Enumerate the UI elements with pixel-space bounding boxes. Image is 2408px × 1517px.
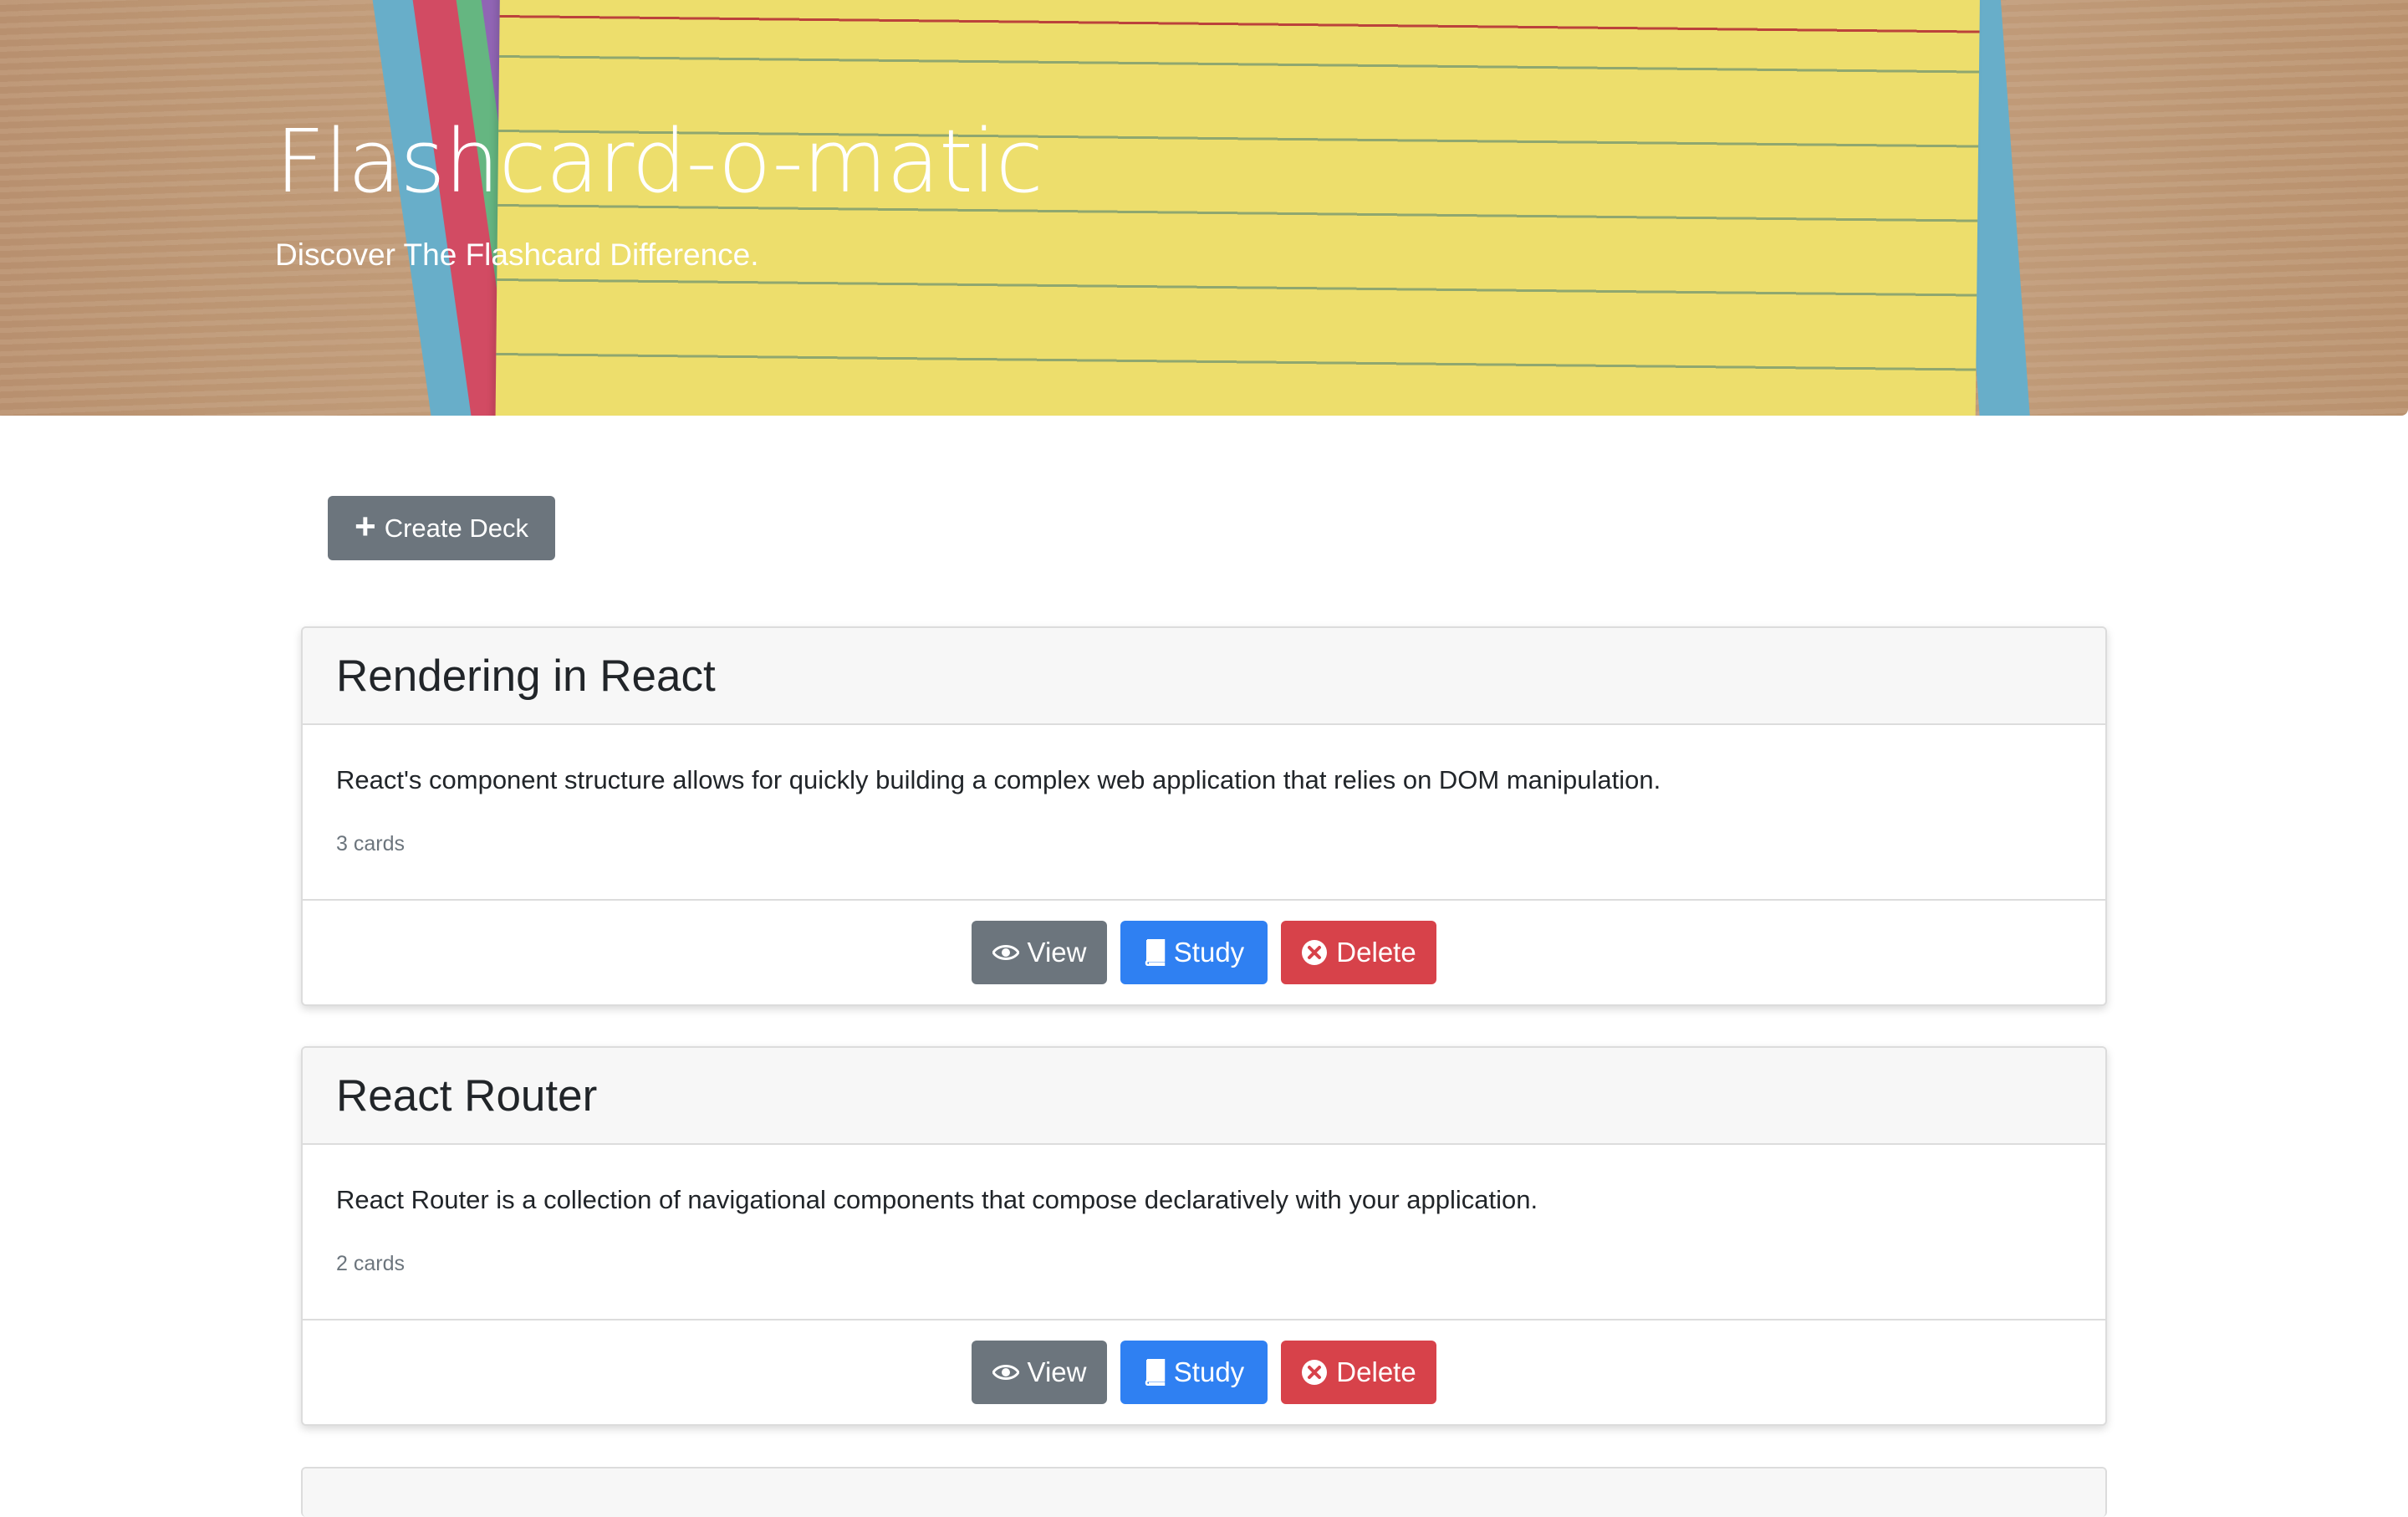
hero-banner: Flashcard-o-matic Discover The Flashcard… [0,0,2408,416]
deck-actions: View Study Delete [303,901,2105,1004]
study-label: Study [1173,1356,1245,1387]
delete-label: Delete [1336,937,1416,968]
deck-title: Rendering in React [336,651,716,701]
x-circle-icon [1301,1359,1328,1386]
deck-body: React Router is a collection of navigati… [303,1145,2105,1320]
eye-icon [992,943,1019,962]
x-circle-icon [1301,939,1328,966]
view-label: View [1027,1356,1087,1387]
deck-actions: View Study Delete [303,1320,2105,1424]
view-button[interactable]: View [972,921,1107,984]
deck-card-partial [301,1467,2107,1517]
delete-label: Delete [1336,1356,1416,1387]
deck-card: React Router React Router is a collectio… [301,1046,2107,1426]
hero-subtitle: Discover The Flashcard Difference. [275,238,759,272]
deck-card: Rendering in React React's component str… [301,626,2107,1006]
deck-header: React Router [303,1048,2105,1145]
view-button[interactable]: View [972,1341,1107,1404]
study-button[interactable]: Study [1120,1341,1268,1404]
delete-button[interactable]: Delete [1281,921,1436,984]
deck-card-count: 2 cards [336,1252,405,1275]
eye-icon [992,1363,1019,1382]
book-icon [1144,1359,1166,1386]
plus-icon: + [355,505,376,547]
hero-title: Flashcard-o-matic [275,110,1043,212]
deck-description: React's component structure allows for q… [336,765,1661,794]
deck-description: React Router is a collection of navigati… [336,1185,1538,1214]
delete-button[interactable]: Delete [1281,1341,1436,1404]
study-label: Study [1173,937,1245,968]
book-icon [1144,939,1166,966]
deck-header: Rendering in React [303,628,2105,725]
deck-header [303,1468,2105,1517]
study-button[interactable]: Study [1120,921,1268,984]
deck-body: React's component structure allows for q… [303,725,2105,901]
deck-title: React Router [336,1070,598,1121]
deck-card-count: 3 cards [336,832,405,856]
create-deck-label: Create Deck [384,513,528,543]
create-deck-button[interactable]: + Create Deck [328,496,555,560]
view-label: View [1027,937,1087,968]
